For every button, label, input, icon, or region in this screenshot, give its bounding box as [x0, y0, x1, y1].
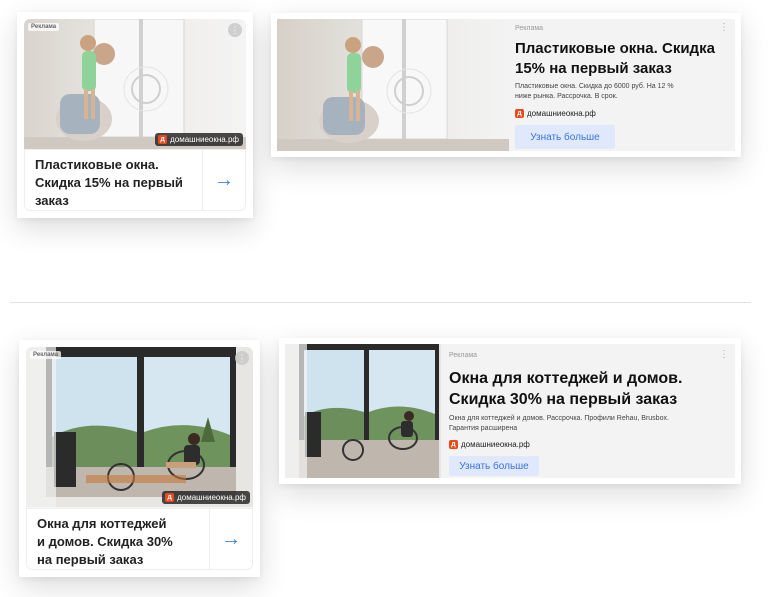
- ad2-wide-inner: Реклама ⋮ Окна для коттеджей и домов. Ск…: [285, 344, 735, 478]
- brand-logo-icon: д: [158, 135, 168, 144]
- ad1-wide-title-line: Пластиковые окна. Скидка: [515, 40, 715, 57]
- ad2-square-domain-tag[interactable]: д домашниеокна.рф: [162, 491, 250, 504]
- ad2-square-title-line: и домов. Скидка 30%: [37, 534, 173, 549]
- brand-logo-icon: д: [165, 493, 175, 502]
- ad1-square-domain-tag[interactable]: д домашниеокна.рф: [155, 133, 243, 146]
- ad1-square-domain: домашниеокна.рф: [170, 135, 239, 144]
- ad1-square-photo[interactable]: Реклама ⋮ д домашниеокна.рф: [24, 19, 246, 149]
- arrow-right-icon: →: [221, 527, 241, 550]
- ad1-wide-domain[interactable]: д домашниеокна.рф: [515, 109, 596, 118]
- ad1-wide-title: Пластиковые окна. Скидка 15% на первый з…: [515, 39, 715, 79]
- section-divider: [10, 302, 751, 303]
- ad2-wide-menu-icon[interactable]: ⋮: [719, 350, 729, 360]
- ad2-wide-cta-button[interactable]: Узнать больше: [449, 456, 539, 476]
- ad1-wide-ad-label: Реклама: [515, 25, 544, 32]
- ad1-square-title-line: Пластиковые окна.: [35, 157, 159, 172]
- ad1-wide-description-line: ниже рынка. Рассрочка. В срок.: [515, 93, 618, 100]
- ad2-wide-ad-label: Реклама: [449, 352, 478, 359]
- ad2-square-text-area[interactable]: Окна для коттеджей и домов. Скидка 30% н…: [26, 508, 253, 570]
- ad1-square-arrow-button[interactable]: →: [202, 150, 245, 210]
- ad1-wide-photo[interactable]: [277, 19, 509, 151]
- arrow-right-icon: →: [214, 168, 234, 191]
- ad2-square-card[interactable]: Реклама ⋮ д домашниеокна.рф Окна для кот…: [19, 340, 260, 577]
- ad2-square-title-line: Окна для коттеджей: [37, 516, 167, 531]
- ad1-wide-card[interactable]: Реклама ⋮ Пластиковые окна. Скидка 15% н…: [271, 13, 741, 157]
- ad1-wide-cta-button[interactable]: Узнать больше: [515, 125, 615, 149]
- ad1-square-title-line: заказ: [35, 193, 69, 208]
- ad2-square-domain: домашниеокна.рф: [177, 493, 246, 502]
- cottage-window-landscape-image: [26, 347, 253, 507]
- ad2-wide-photo[interactable]: [285, 344, 441, 478]
- ad2-wide-description: Окна для коттеджей и домов. Рассрочка. П…: [449, 414, 669, 434]
- brand-logo-icon: д: [515, 109, 524, 118]
- mother-child-window-image: [277, 19, 509, 151]
- ad1-square-menu-icon[interactable]: ⋮: [228, 23, 242, 37]
- dots-icon: ⋮: [230, 24, 240, 35]
- ad2-square-arrow-button[interactable]: →: [209, 509, 252, 569]
- ad2-wide-description-line: Гарантия расширена: [449, 425, 518, 432]
- ad2-wide-domain-text: домашниеокна.рф: [461, 440, 530, 449]
- ad2-wide-title: Окна для коттеджей и домов. Скидка 30% н…: [449, 368, 682, 410]
- dots-icon: ⋮: [237, 352, 247, 363]
- ad1-wide-inner: Реклама ⋮ Пластиковые окна. Скидка 15% н…: [277, 19, 735, 151]
- ad2-wide-domain[interactable]: д домашниеокна.рф: [449, 440, 530, 449]
- ad1-wide-description: Пластиковые окна. Скидка до 6000 руб. На…: [515, 82, 674, 102]
- ad2-wide-title-line: Окна для коттеджей и домов.: [449, 370, 683, 387]
- ad1-square-card[interactable]: Реклама ⋮ д домашниеокна.рф Пластиковые …: [17, 12, 253, 218]
- ad1-square-title-line: Скидка 15% на первый: [35, 175, 183, 190]
- ad2-wide-title-line: Скидка 30% на первый заказ: [449, 391, 678, 408]
- ad1-wide-title-line: 15% на первый заказ: [515, 60, 672, 77]
- ad2-square-menu-icon[interactable]: ⋮: [235, 351, 249, 365]
- ad1-wide-menu-icon[interactable]: ⋮: [719, 23, 729, 33]
- ad2-square-title: Окна для коттеджей и домов. Скидка 30% н…: [37, 515, 173, 569]
- cottage-window-landscape-image: [285, 344, 441, 478]
- ad2-wide-card[interactable]: Реклама ⋮ Окна для коттеджей и домов. Ск…: [279, 338, 741, 484]
- ad2-square-title-line: на первый заказ: [37, 552, 144, 567]
- ad2-square-photo[interactable]: Реклама ⋮ д домашниеокна.рф: [26, 347, 253, 507]
- brand-logo-icon: д: [449, 440, 458, 449]
- ad1-wide-description-line: Пластиковые окна. Скидка до 6000 руб. На…: [515, 83, 674, 90]
- ad1-wide-domain-text: домашниеокна.рф: [527, 109, 596, 118]
- ad1-square-title: Пластиковые окна. Скидка 15% на первый з…: [35, 156, 183, 210]
- ad1-square-text-area[interactable]: Пластиковые окна. Скидка 15% на первый з…: [24, 149, 246, 211]
- ad2-square-inner: Реклама ⋮ д домашниеокна.рф Окна для кот…: [26, 347, 253, 570]
- mother-child-window-image: [24, 19, 246, 149]
- ad1-square-inner: Реклама ⋮ д домашниеокна.рф Пластиковые …: [24, 19, 246, 211]
- ad2-square-ad-label: Реклама: [30, 351, 62, 359]
- ad2-wide-description-line: Окна для коттеджей и домов. Рассрочка. П…: [449, 415, 669, 422]
- ad1-square-ad-label: Реклама: [28, 23, 60, 31]
